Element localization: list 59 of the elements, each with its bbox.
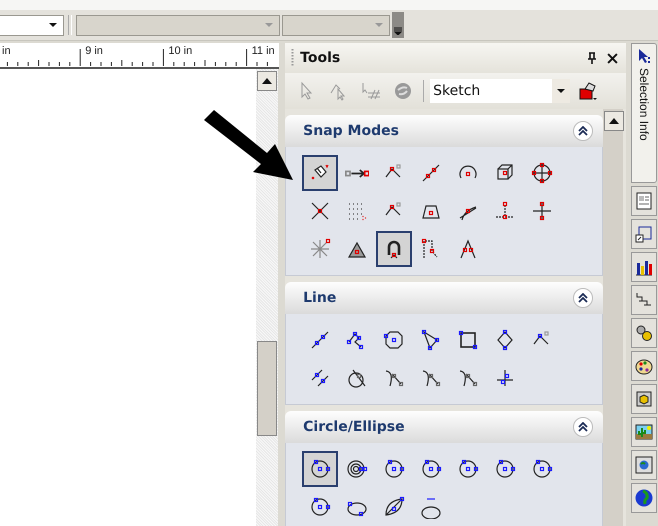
sidebar-button[interactable] xyxy=(631,219,658,249)
burst-icon xyxy=(308,237,332,261)
scroll-thumb[interactable] xyxy=(257,341,277,436)
document-icon xyxy=(634,191,654,211)
section-title: Circle/Ellipse xyxy=(303,419,405,435)
cactus-icon xyxy=(634,422,654,442)
collapse-button[interactable] xyxy=(573,417,594,437)
sidebar-button[interactable] xyxy=(631,285,658,315)
section-title: Line xyxy=(303,290,336,306)
panel-title: Tools xyxy=(300,50,342,66)
double-chevron-up-icon xyxy=(578,293,588,303)
tool-button[interactable] xyxy=(376,231,412,267)
scroll-up-button[interactable] xyxy=(604,111,624,131)
arrow-point-icon xyxy=(345,168,370,178)
pointer-icon xyxy=(637,48,652,64)
up-arrow-icon xyxy=(262,78,272,84)
sidebar-button[interactable] xyxy=(631,252,658,282)
crosshair-icon xyxy=(530,161,554,185)
pin-icon xyxy=(587,52,598,64)
dropdown-field[interactable] xyxy=(0,14,64,36)
double-chevron-up-icon xyxy=(578,126,588,136)
chevron-icon xyxy=(394,27,402,35)
sidebar-button[interactable] xyxy=(631,186,658,216)
frame-icon xyxy=(634,224,654,244)
section-header[interactable]: Circle/Ellipse xyxy=(285,411,604,443)
collapse-button[interactable] xyxy=(573,121,594,141)
caret-icon xyxy=(265,23,273,27)
section-header[interactable]: Line xyxy=(285,282,604,314)
gripper-icon xyxy=(291,48,294,68)
globe-icon xyxy=(634,455,654,475)
scroll-up-button[interactable] xyxy=(257,71,277,91)
toolbar-overflow-button[interactable] xyxy=(392,12,404,38)
sidebar-button[interactable] xyxy=(631,384,658,414)
hatch-pointer-icon xyxy=(361,81,382,101)
up-arrow-icon xyxy=(609,118,620,124)
globe-icon xyxy=(634,488,654,508)
caret-icon xyxy=(557,89,566,93)
section-title: Snap Modes xyxy=(303,123,399,139)
close-button[interactable] xyxy=(605,50,620,66)
sidebar-button[interactable] xyxy=(631,450,658,480)
sidebar-button[interactable] xyxy=(631,351,658,381)
sidebar-button[interactable] xyxy=(631,417,658,447)
scrollbar[interactable] xyxy=(603,109,624,526)
toolbox-icon xyxy=(577,80,600,102)
section-header[interactable]: Snap Modes xyxy=(285,115,604,147)
double-chevron-up-icon xyxy=(578,422,588,432)
tool-button[interactable] xyxy=(302,155,338,191)
sphere-icon xyxy=(393,81,414,101)
close-icon xyxy=(607,52,618,64)
box-icon xyxy=(634,389,654,409)
scrollbar[interactable] xyxy=(256,69,278,526)
collapse-button[interactable] xyxy=(573,288,594,308)
mode-dropdown[interactable]: Sketch xyxy=(430,79,570,103)
caret-icon xyxy=(49,23,57,27)
tool-button[interactable] xyxy=(302,451,338,487)
sidebar-button[interactable] xyxy=(631,483,658,513)
side-tab[interactable]: Selection Info xyxy=(631,43,658,183)
sidebar-button[interactable] xyxy=(631,318,658,348)
caret-icon xyxy=(375,23,383,27)
